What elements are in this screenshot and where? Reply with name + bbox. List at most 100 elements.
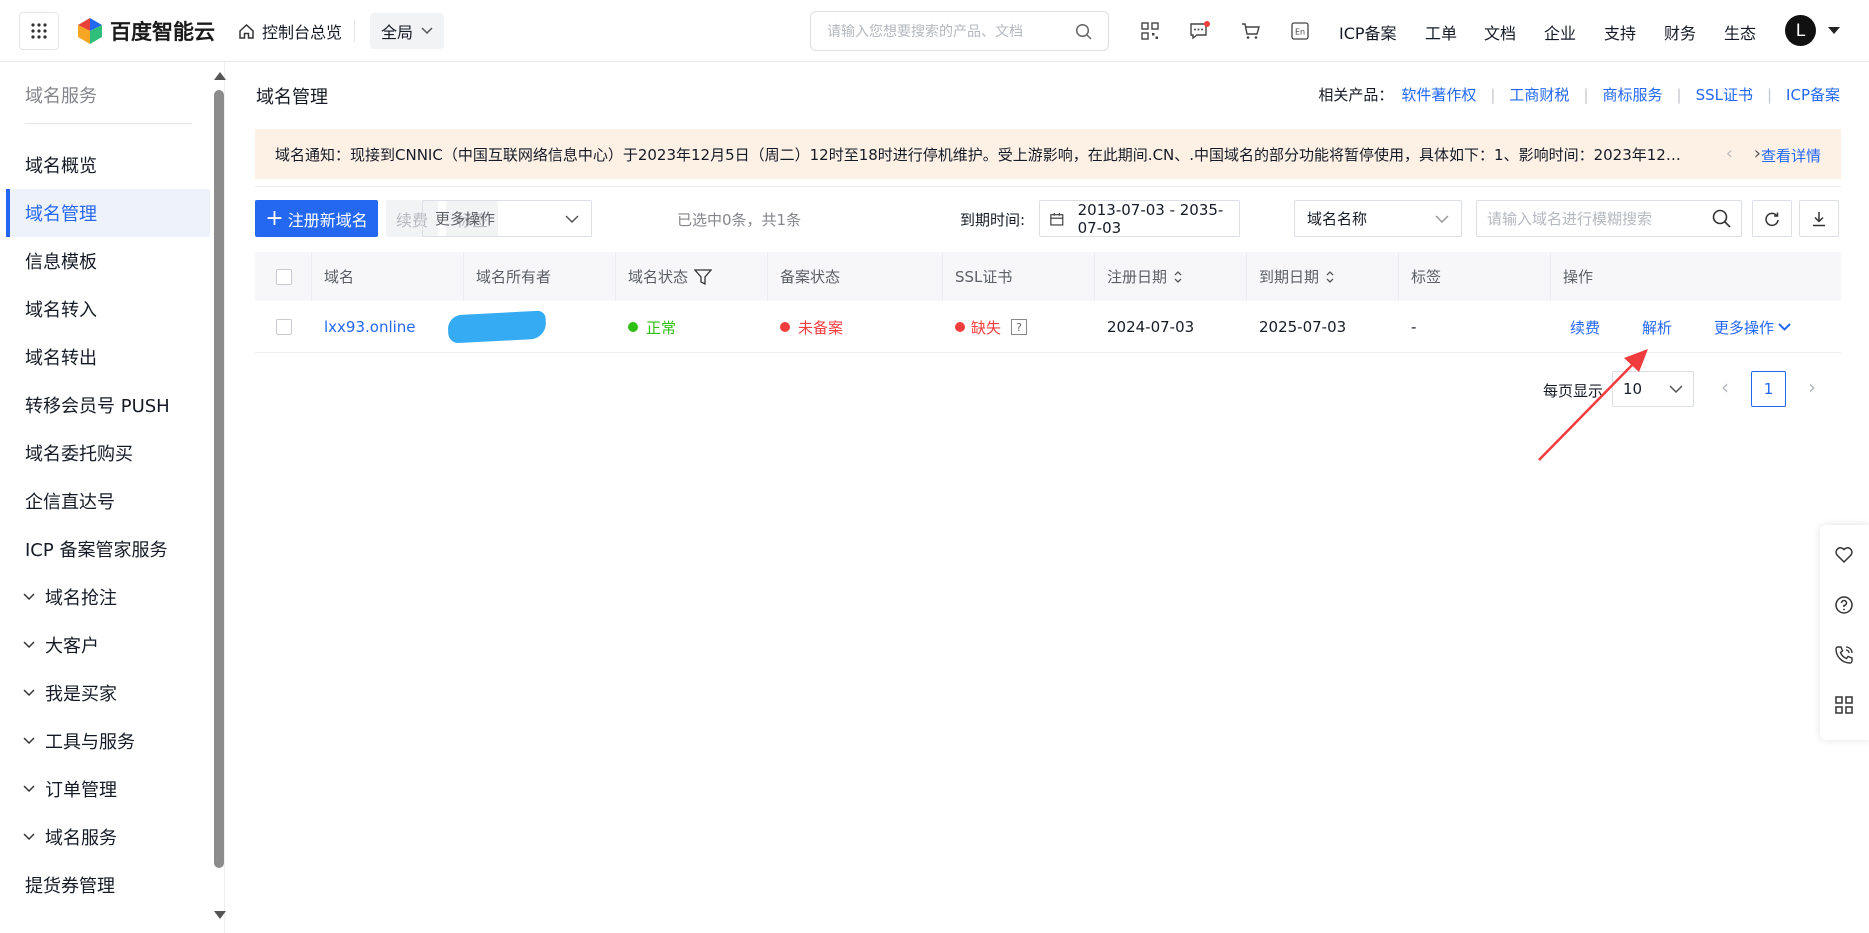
divider: |: [1490, 85, 1496, 104]
chevron-down-icon: [23, 641, 35, 649]
sidebar-item-delegated-purchase[interactable]: 域名委托购买: [6, 429, 210, 477]
sidebar-item-tools-services[interactable]: 工具与服务: [6, 717, 210, 765]
chevron-down-icon: [23, 833, 35, 841]
renew-action-link[interactable]: 续费: [1570, 301, 1600, 353]
select-all-checkbox[interactable]: [276, 268, 292, 285]
more-actions-dropdown[interactable]: 更多操作: [1714, 301, 1791, 353]
nav-link-ticket[interactable]: 工单: [1425, 20, 1457, 44]
sidebar-scrollbar-thumb[interactable]: [214, 90, 224, 868]
svg-text:En: En: [1295, 28, 1305, 37]
sidebar-item-label: ICP 备案管家服务: [25, 540, 168, 561]
console-home-link[interactable]: 控制台总览: [238, 19, 342, 43]
nav-link-icp[interactable]: ICP备案: [1339, 20, 1397, 44]
prev-page-icon[interactable]: ‹: [1721, 375, 1729, 399]
column-header-ssl: SSL证书: [943, 252, 1095, 301]
brand-logo[interactable]: 百度智能云: [77, 16, 215, 46]
sort-icon[interactable]: [1173, 270, 1183, 284]
row-checkbox[interactable]: [276, 319, 292, 335]
avatar[interactable]: L: [1785, 15, 1816, 46]
register-domain-button[interactable]: + 注册新域名: [255, 200, 378, 237]
divider: [255, 186, 1841, 187]
scroll-down-arrow-icon[interactable]: [214, 911, 226, 919]
sidebar-item-label: 域名概览: [25, 156, 97, 177]
sidebar-item-icp-steward[interactable]: ICP 备案管家服务: [6, 525, 210, 573]
global-search-placeholder: 请输入您想要搜索的产品、文档: [827, 24, 1023, 40]
more-operations-select[interactable]: 更多操作: [422, 200, 592, 237]
help-icon[interactable]: ?: [1011, 319, 1028, 335]
domain-search-input[interactable]: 请输入域名进行模糊搜索: [1476, 200, 1742, 237]
sidebar-item-domain-services[interactable]: 域名服务: [6, 813, 210, 861]
related-link-ssl[interactable]: SSL证书: [1696, 84, 1753, 105]
column-header-label: 操作: [1563, 268, 1594, 286]
brand-logo-icon: [78, 18, 102, 44]
nav-link-ecosystem[interactable]: 生态: [1724, 20, 1756, 44]
sidebar-item-member-push[interactable]: 转移会员号 PUSH: [6, 381, 210, 429]
favorite-icon[interactable]: [1832, 543, 1856, 567]
page-size-select[interactable]: 10: [1612, 371, 1694, 407]
chevron-down-icon: [421, 27, 433, 35]
nav-link-support[interactable]: 支持: [1604, 20, 1636, 44]
nav-link-docs[interactable]: 文档: [1484, 20, 1516, 44]
sidebar-item-key-accounts[interactable]: 大客户: [6, 621, 210, 669]
domain-link[interactable]: lxx93.online: [324, 301, 416, 353]
nav-link-enterprise[interactable]: 企业: [1544, 20, 1576, 44]
sidebar-item-voucher-management[interactable]: 提货券管理: [6, 861, 210, 909]
scroll-up-arrow-icon[interactable]: [214, 72, 226, 80]
language-en-icon[interactable]: En: [1287, 18, 1313, 44]
date-range-picker[interactable]: 2013-07-03 - 2035-07-03: [1039, 200, 1240, 237]
message-icon[interactable]: [1187, 18, 1213, 44]
icp-status-label: 未备案: [798, 318, 844, 337]
download-button[interactable]: [1799, 200, 1839, 237]
global-search-input[interactable]: 请输入您想要搜索的产品、文档: [810, 11, 1109, 51]
sidebar-item-label: 订单管理: [45, 780, 117, 801]
search-field-select[interactable]: 域名名称: [1294, 200, 1462, 237]
sidebar-item-enterprise-direct[interactable]: 企信直达号: [6, 477, 210, 525]
sidebar-item-buyer[interactable]: 我是买家: [6, 669, 210, 717]
sort-icon[interactable]: [1325, 270, 1335, 284]
page-number-current[interactable]: 1: [1751, 371, 1786, 407]
search-icon[interactable]: [1712, 209, 1731, 228]
sidebar-item-info-template[interactable]: 信息模板: [6, 237, 210, 285]
dns-resolve-action-link[interactable]: 解析: [1642, 301, 1672, 353]
region-scope-select[interactable]: 全局: [370, 13, 444, 49]
refresh-icon: [1765, 212, 1779, 226]
chevron-right-icon[interactable]: ›: [1754, 143, 1761, 164]
column-header-actions: 操作: [1551, 252, 1841, 301]
chevron-down-icon: [1778, 323, 1791, 331]
column-header-domain: 域名: [312, 252, 464, 301]
column-header-label: SSL证书: [955, 268, 1013, 286]
sidebar-item-domain-management[interactable]: 域名管理: [6, 189, 210, 237]
caret-down-icon[interactable]: [1828, 27, 1840, 34]
nav-link-finance[interactable]: 财务: [1664, 20, 1696, 44]
cart-icon[interactable]: [1237, 18, 1263, 44]
related-link-trademark[interactable]: 商标服务: [1603, 84, 1663, 105]
divider: |: [1766, 85, 1773, 104]
related-products: 相关产品： 软件著作权 | 工商财税 | 商标服务 | SSL证书 | ICP备…: [1318, 84, 1840, 105]
next-page-icon[interactable]: ›: [1808, 375, 1816, 399]
column-header-label: 域名: [324, 268, 355, 286]
qrcode-icon[interactable]: [1137, 18, 1163, 44]
icp-status-cell: 未备案: [780, 301, 843, 353]
filter-icon[interactable]: [694, 268, 713, 286]
apps-grid-icon[interactable]: [19, 12, 59, 50]
sidebar-item-domain-transfer-out[interactable]: 域名转出: [6, 333, 210, 381]
refresh-button[interactable]: [1752, 200, 1792, 237]
apps-grid-icon[interactable]: [1832, 693, 1856, 717]
status-dot-icon: [955, 322, 965, 332]
sidebar-item-domain-transfer-in[interactable]: 域名转入: [6, 285, 210, 333]
search-icon[interactable]: [1075, 23, 1092, 40]
help-icon[interactable]: [1832, 593, 1856, 617]
domain-status-cell: 正常: [628, 301, 676, 353]
related-link-software-copyright[interactable]: 软件著作权: [1401, 84, 1476, 105]
sidebar-item-domain-overview[interactable]: 域名概览: [6, 141, 210, 189]
related-link-business-tax[interactable]: 工商财税: [1509, 84, 1569, 105]
related-link-icp[interactable]: ICP备案: [1786, 84, 1840, 105]
brand-logo-text: 百度智能云: [110, 20, 215, 44]
notice-details-link[interactable]: 查看详情: [1761, 145, 1821, 166]
sidebar-item-domain-snapping[interactable]: 域名抢注: [6, 573, 210, 621]
sidebar-item-order-management[interactable]: 订单管理: [6, 765, 210, 813]
tag-cell: -: [1411, 318, 1417, 336]
chevron-left-icon[interactable]: ‹: [1726, 143, 1733, 164]
divider: |: [1676, 85, 1682, 104]
phone-icon[interactable]: [1832, 643, 1856, 667]
